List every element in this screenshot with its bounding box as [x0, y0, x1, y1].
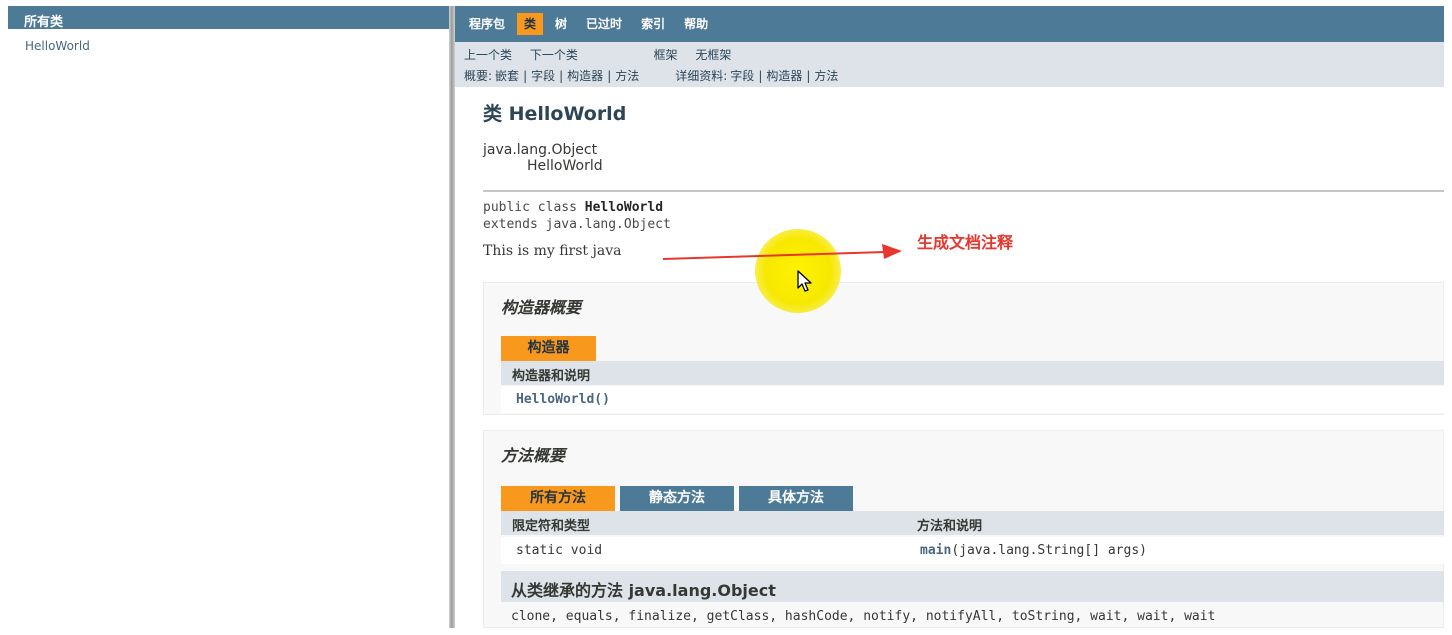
summary-prefix: 概要: [464, 69, 493, 83]
mouse-cursor-icon [797, 270, 812, 292]
method-params: (java.lang.String[] args) [951, 543, 1147, 558]
page-title: 类 HelloWorld [483, 103, 627, 125]
sub-nav-row-2: 概要: 嵌套 | 字段 | 构造器 | 方法 详细资料: 字段 | 构造器 | 方法 [464, 66, 1444, 87]
separator: | [758, 69, 763, 83]
table-row: static void main(java.lang.String[] args… [501, 537, 1444, 564]
prev-class-link[interactable]: 上一个类 [464, 48, 512, 62]
constructor-summary-title: 构造器概要 [501, 298, 582, 317]
class-doc-frame: 程序包 类 树 已过时 索引 帮助 上一个类 下一个类 框架 无框架 概要: 嵌套… [455, 6, 1444, 628]
declaration-prefix: public class [483, 200, 585, 215]
method-column-header: 方法和说明 [917, 519, 983, 534]
nav-class: 类 [517, 13, 544, 35]
declaration-line-1: public class HelloWorld [483, 199, 1444, 216]
method-table-header: 限定符和类型 方法和说明 [501, 511, 1444, 535]
class-declaration: public class HelloWorld extends java.lan… [483, 199, 1444, 233]
summary-constructor-link[interactable]: 构造器 [567, 69, 603, 83]
method-signature: main(java.lang.String[] args) [920, 543, 1147, 558]
table-row: HelloWorld() [501, 386, 1444, 413]
method-summary: 方法概要 所有方法 静态方法 具体方法 限定符和类型 方法和说明 static … [483, 430, 1444, 628]
nav-package[interactable]: 程序包 [462, 13, 512, 35]
constructor-summary: 构造器概要 构造器 构造器和说明 HelloWorld() [483, 282, 1444, 415]
inheritance-root: java.lang.Object [483, 142, 598, 158]
method-summary-title: 方法概要 [501, 446, 566, 465]
detail-method-link[interactable]: 方法 [814, 69, 838, 83]
top-nav-bar: 程序包 类 树 已过时 索引 帮助 [455, 6, 1444, 42]
declaration-class-name: HelloWorld [584, 200, 664, 215]
annotation-arrow-icon [662, 244, 902, 260]
separator: | [559, 69, 564, 83]
summary-method-link[interactable]: 方法 [615, 69, 639, 83]
separator: | [523, 69, 528, 83]
inherited-methods-list: clone, equals, finalize, getClass, hashC… [511, 609, 1216, 624]
no-frames-link[interactable]: 无框架 [695, 48, 731, 62]
nav-help[interactable]: 帮助 [677, 13, 715, 35]
constructor-column-header: 构造器和说明 [512, 369, 591, 384]
method-link-main[interactable]: main [920, 543, 951, 558]
next-class-link[interactable]: 下一个类 [530, 48, 578, 62]
sub-nav-bar: 上一个类 下一个类 框架 无框架 概要: 嵌套 | 字段 | 构造器 | 方法 详细资料: 字段 |… [455, 42, 1444, 87]
tab-static-methods[interactable]: 静态方法 [620, 486, 734, 511]
detail-prefix: 详细资料: [675, 69, 728, 83]
nav-index[interactable]: 索引 [634, 13, 672, 35]
summary-nested-link[interactable]: 嵌套 [495, 69, 519, 83]
annotation-label: 生成文档注释 [917, 233, 1014, 252]
method-modifier: static void [516, 543, 603, 558]
sub-nav-row-1: 上一个类 下一个类 框架 无框架 [464, 45, 1444, 66]
inheritance-tree: java.lang.Object HelloWorld [483, 142, 1444, 174]
frames-link[interactable]: 框架 [654, 48, 678, 62]
summary-field-link[interactable]: 字段 [531, 69, 555, 83]
tab-constructors[interactable]: 构造器 [501, 336, 596, 361]
all-classes-frame: 所有类 HelloWorld [8, 6, 449, 628]
inheritance-child: HelloWorld [527, 158, 603, 174]
nav-deprecated[interactable]: 已过时 [579, 13, 629, 35]
nav-tree[interactable]: 树 [548, 13, 574, 35]
tab-concrete-methods[interactable]: 具体方法 [739, 486, 853, 511]
class-list: HelloWorld [8, 29, 449, 53]
detail-constructor-link[interactable]: 构造器 [766, 69, 802, 83]
all-classes-header: 所有类 [8, 6, 449, 30]
tab-all-methods[interactable]: 所有方法 [501, 486, 615, 511]
class-link-helloworld[interactable]: HelloWorld [25, 39, 449, 53]
separator: | [806, 69, 811, 83]
constructor-table-header: 构造器和说明 [501, 361, 1444, 385]
divider [483, 190, 1444, 192]
modifier-column-header: 限定符和类型 [512, 519, 591, 534]
separator: | [607, 69, 612, 83]
constructor-link-helloworld[interactable]: HelloWorld() [516, 392, 610, 407]
detail-field-link[interactable]: 字段 [730, 69, 754, 83]
inherited-methods-header: 从类继承的方法 java.lang.Object [501, 571, 1444, 602]
